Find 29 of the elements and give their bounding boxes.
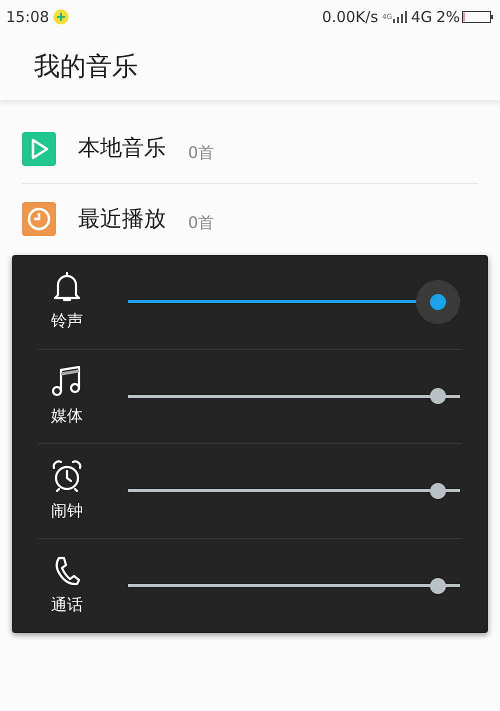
item-label: 最近播放 [78,206,166,234]
channel-label: 铃声 [51,310,83,332]
play-icon [22,132,56,166]
bell-icon [52,270,82,303]
volume-slider[interactable] [128,280,460,324]
slider-thumb[interactable] [416,280,460,324]
clock-icon [22,202,56,236]
item-count: 0首 [188,212,214,234]
signal-icon [393,11,408,23]
item-label: 本地音乐 [78,135,166,163]
battery-icon [462,10,494,24]
music-note-icon [51,364,83,398]
channel-label: 通话 [51,594,83,616]
channel-label: 闹钟 [51,500,83,522]
music-list-item[interactable]: 本地音乐 0首 [22,114,478,184]
music-list-item[interactable]: 最近播放 0首 [22,184,478,254]
alarm-clock-icon [51,458,83,493]
slider-thumb[interactable] [430,578,446,594]
channel-label: 媒体 [51,405,83,428]
phone-icon [53,554,81,587]
item-count: 0首 [188,142,214,164]
battery-level: 2% [436,6,460,28]
page-title: 我的音乐 [34,50,138,84]
status-time: 15:08 [6,6,50,28]
network-type: 4G [411,6,432,28]
slider-thumb[interactable] [430,482,446,499]
slider-thumb[interactable] [430,388,446,404]
network-speed: 0.00K/s [322,6,378,28]
app-badge-icon [53,9,70,25]
